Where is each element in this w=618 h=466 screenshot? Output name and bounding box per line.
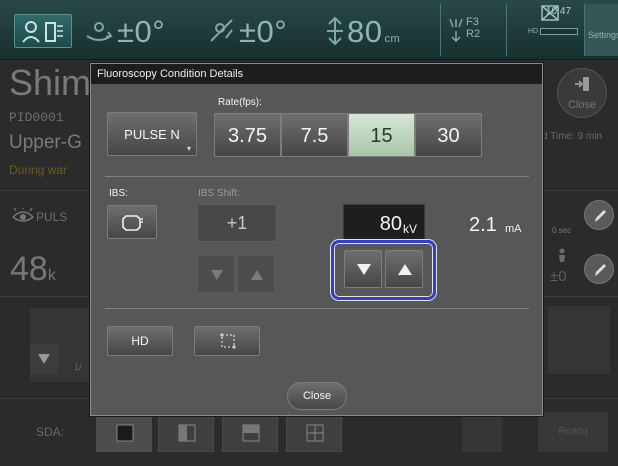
kv-readout-value: 48 [10, 250, 48, 288]
kv-display: 80 kV [343, 204, 425, 242]
ibs-button[interactable] [107, 205, 157, 239]
separator [506, 4, 507, 56]
ibs-shift-down-button[interactable] [197, 255, 235, 293]
exit-icon [575, 77, 589, 91]
crop-icon [220, 333, 236, 349]
rate-option-15[interactable]: 15 [348, 113, 415, 157]
fluoroscopy-condition-dialog: Fluoroscopy Condition Details Rate(fps):… [90, 63, 543, 416]
rate-label: Rate(fps): [218, 97, 262, 108]
patient-icon [22, 21, 63, 43]
timer-value: 0 sec [552, 226, 572, 235]
ibs-icon [122, 215, 143, 231]
divider [105, 308, 529, 309]
kv-unit: kV [402, 222, 417, 236]
close-button[interactable]: Close [287, 382, 347, 410]
tilt-angle: ±0° [239, 14, 288, 49]
chevron-down-icon: ▾ [186, 144, 191, 153]
exam-region: Upper-G [9, 132, 82, 153]
crop-button[interactable] [194, 326, 260, 356]
patient-name: Shim [9, 62, 92, 103]
edit-button[interactable] [584, 254, 614, 284]
rate-option-7-5[interactable]: 7.5 [281, 113, 348, 157]
dialog-title: Fluoroscopy Condition Details [91, 64, 542, 84]
ma-value: 2.1 [469, 214, 497, 236]
sid-icon [327, 16, 343, 46]
frame-rate-selector: 3.75 7.5 15 30 [214, 113, 482, 157]
pulse-label: PULS [36, 210, 68, 224]
patient-button[interactable] [14, 14, 72, 48]
focus-line1: F3 [466, 16, 479, 28]
pulse-mode-label: PULSE N [124, 127, 180, 142]
ibs-shift-value: +1 [197, 204, 277, 242]
focus-readout: F3 R2 [466, 16, 480, 40]
layout-single-icon [116, 424, 134, 442]
hd-indicator: HD [528, 28, 539, 35]
edit-button[interactable] [584, 200, 614, 230]
ibs-label: IBS: [109, 188, 128, 199]
clock: 10:47 [546, 6, 572, 17]
eye-icon [12, 208, 34, 222]
page-down-button[interactable] [30, 344, 58, 374]
sda-layout-vertical-button[interactable] [158, 412, 214, 452]
ma-unit: mA [505, 223, 522, 235]
pencil-icon [595, 210, 606, 222]
kv-up-button[interactable] [385, 250, 423, 288]
pencil-icon [595, 264, 606, 276]
background-button[interactable] [462, 412, 502, 452]
background-panel [548, 306, 610, 374]
reacquire-button[interactable]: Reacq [538, 412, 608, 452]
person-icon [559, 248, 565, 262]
rate-option-30[interactable]: 30 [415, 113, 482, 157]
ibs-shift-label: IBS Shift: [198, 188, 240, 199]
offset-value: ±0 [550, 268, 567, 285]
arrow-down-icon [38, 354, 50, 364]
sda-layout-quad-button[interactable] [286, 412, 342, 452]
focus-icon [449, 18, 463, 43]
layout-quad-icon [306, 424, 324, 442]
hd-capacity-bar [540, 28, 578, 35]
rate-option-3-75[interactable]: 3.75 [214, 113, 281, 157]
pulse-mode-dropdown[interactable]: PULSE N ▾ [107, 112, 197, 156]
tilt-icon [210, 19, 233, 42]
dose-time: d Time: 9 min [542, 131, 603, 142]
focus-line2: R2 [466, 28, 481, 40]
kv-value: 80 [379, 213, 402, 235]
sda-layout-single-button[interactable] [96, 412, 152, 452]
arrow-up-icon [251, 270, 263, 280]
status-text: During war [9, 163, 68, 177]
kv-down-button[interactable] [344, 250, 382, 288]
sid-value: 80 cm [347, 14, 400, 50]
status-bar: ±0° ±0° 80 cm F3 R2 10:47 HD Settings [0, 0, 618, 60]
divider [105, 176, 529, 177]
layout-horizontal-icon [242, 424, 260, 442]
page-indicator: 1/ [74, 362, 82, 372]
settings-button[interactable]: Settings [584, 4, 618, 56]
arrow-down-icon [211, 270, 223, 280]
separator [440, 4, 441, 56]
rotation-angle: ±0° [117, 14, 166, 49]
rotation-icon [86, 22, 113, 41]
hd-button[interactable]: HD [107, 326, 173, 356]
sda-layout-horizontal-button[interactable] [222, 412, 278, 452]
arrow-down-icon [357, 264, 371, 275]
patient-id: PID0001 [9, 110, 64, 125]
sid-number: 80 [347, 14, 383, 49]
sid-unit: cm [384, 33, 401, 45]
kv-readout-unit: k [47, 267, 56, 284]
layout-vertical-icon [178, 424, 196, 442]
sda-label: SDA: [36, 425, 65, 439]
arrow-up-icon [398, 264, 412, 275]
kv-readout: 48k [10, 250, 56, 289]
ibs-shift-up-button[interactable] [237, 255, 275, 293]
